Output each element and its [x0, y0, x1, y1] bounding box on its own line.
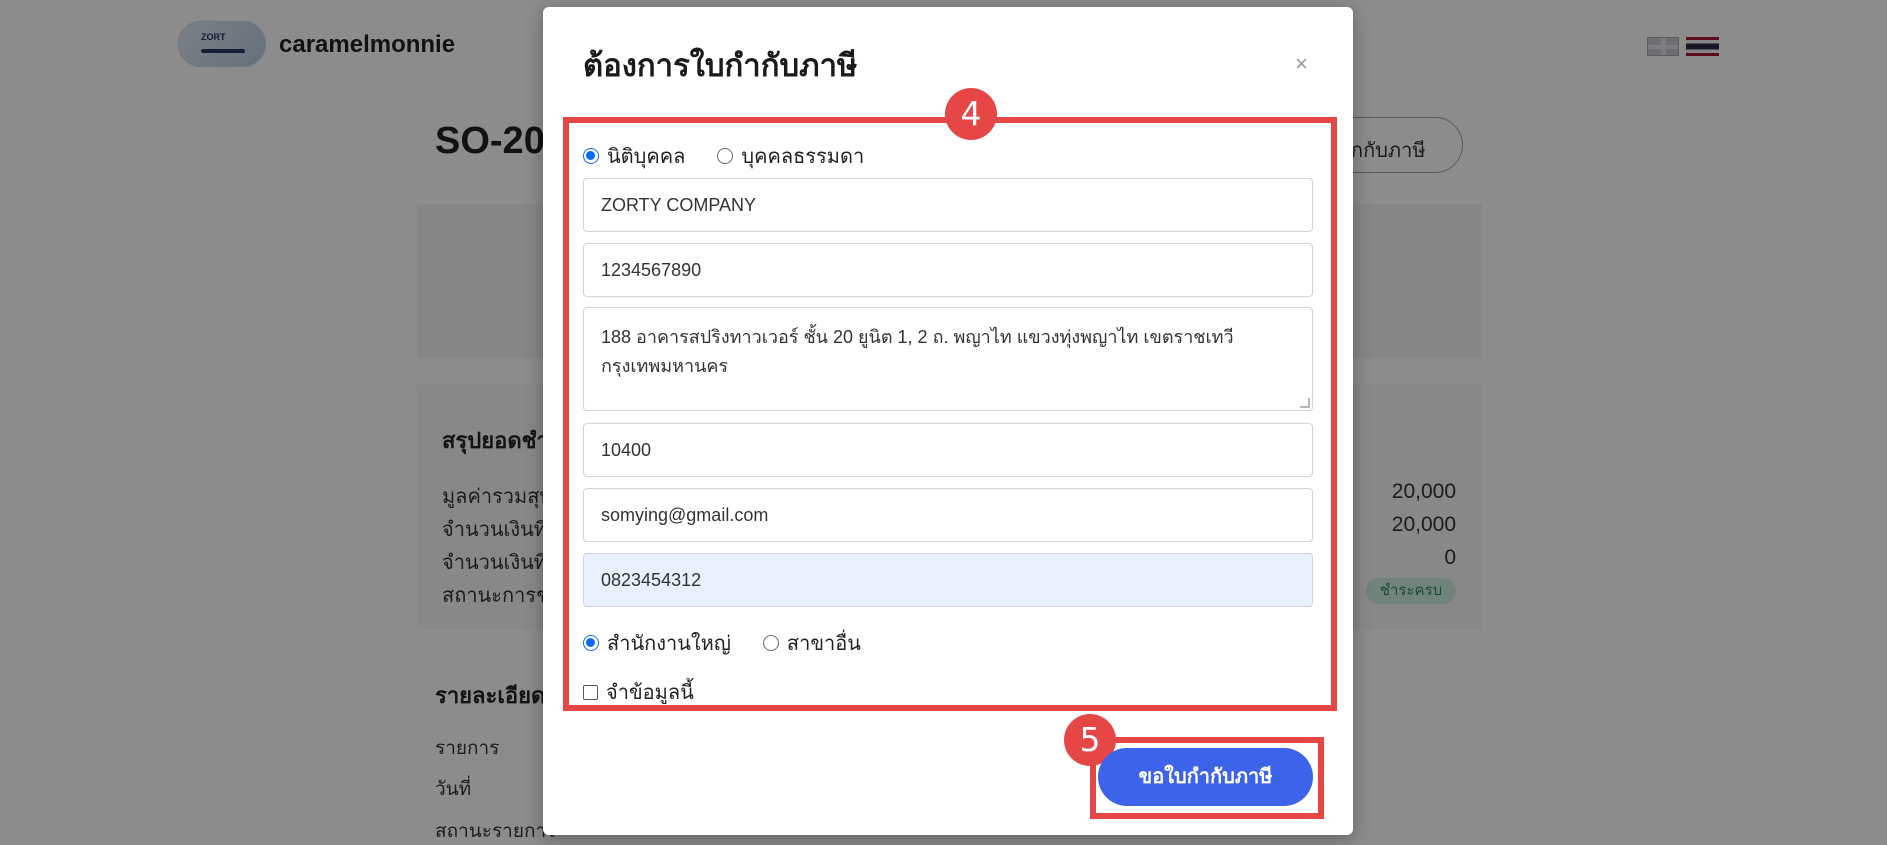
close-icon[interactable]: × — [1295, 51, 1308, 77]
tax-invoice-modal: ต้องการใบกำกับภาษี × นิติบุคคล บุคคลธรรม… — [543, 7, 1353, 835]
modal-title: ต้องการใบกำกับภาษี — [583, 48, 858, 83]
request-tax-invoice-submit-button[interactable]: ขอใบกำกับภาษี — [1098, 748, 1313, 806]
step-4-badge: 4 — [945, 88, 997, 140]
form-highlight-box — [563, 117, 1337, 711]
